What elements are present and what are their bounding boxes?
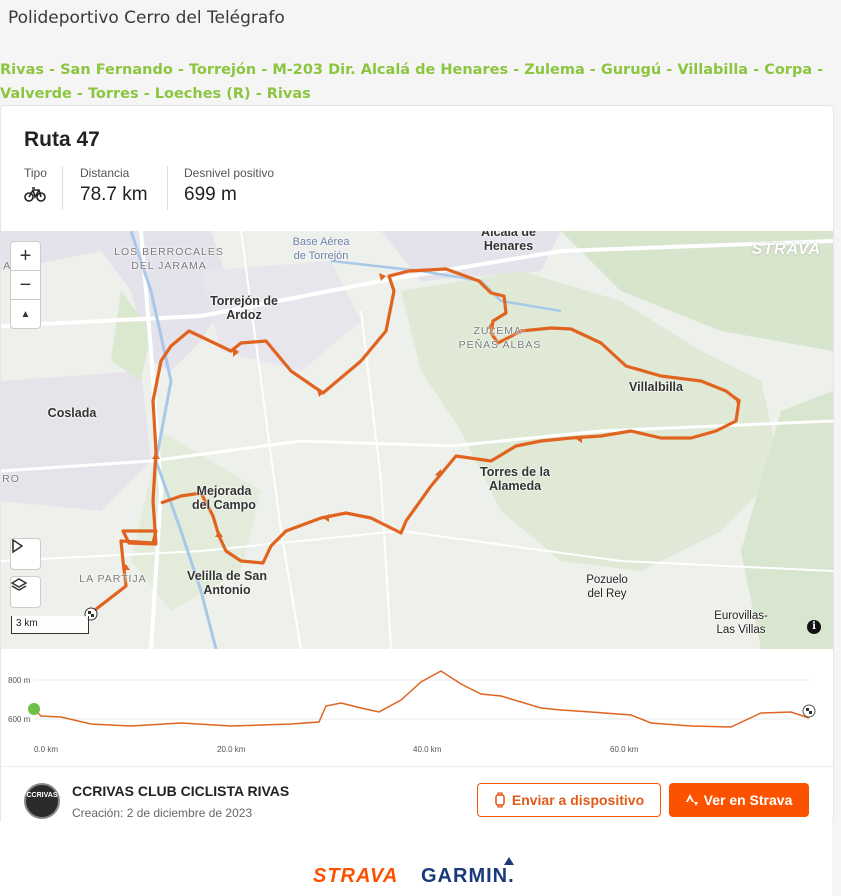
place-velilla: Velilla de San Antonio [187, 569, 267, 597]
stat-divider [62, 166, 63, 210]
stat-distance: Distancia 78.7 km [80, 166, 148, 206]
elev-x-label: 40.0 km [413, 745, 442, 754]
stat-distance-value: 78.7 km [80, 184, 148, 205]
elev-x-label: 60.0 km [610, 745, 639, 754]
club-name[interactable]: CCRIVAS CLUB CICLISTA RIVAS [72, 783, 289, 799]
place-pozuelo: Pozuelo del Rey [586, 574, 628, 600]
send-to-device-button[interactable]: Enviar a dispositivo [477, 783, 661, 817]
route-name: Ruta 47 [24, 128, 100, 151]
place-base-aerea: Base Aérea de Torrejón [292, 236, 350, 262]
watch-icon [495, 792, 505, 808]
play-icon [12, 539, 23, 553]
garmin-logo: GARMIN. [421, 865, 515, 887]
zoom-out-button[interactable]: − [10, 270, 41, 299]
place-eurovillas: Eurovillas- Las Villas [714, 610, 768, 636]
place-mejorada: Mejorada del Campo [192, 484, 256, 512]
place-torrejon: Torrejón de Ardoz [210, 294, 278, 322]
route-card: Ruta 47 Tipo Distancia 78.7 km Desnivel … [0, 105, 834, 823]
stat-elevation-value: 699 m [184, 184, 237, 205]
view-on-strava-button[interactable]: Ver en Strava [669, 783, 809, 817]
elev-x-label: 0.0 km [34, 745, 59, 754]
map-layers-button[interactable] [10, 576, 41, 608]
stat-distance-label: Distancia [80, 166, 130, 180]
garmin-triangle-icon [504, 857, 514, 865]
map-canvas [1, 231, 833, 649]
strava-logo: STRAVA [313, 865, 399, 887]
info-icon[interactable]: i [807, 620, 821, 634]
stat-type: Tipo [24, 166, 47, 207]
club-logo: CCRIVAS [24, 783, 60, 819]
route-description: Rivas - San Fernando - Torrejón - M-203 … [0, 62, 824, 102]
stat-elevation: Desnivel positivo 699 m [184, 166, 274, 206]
layers-icon [11, 578, 27, 591]
stat-type-label: Tipo [24, 166, 47, 180]
place-zulema: ZULEMA- PEÑAS ALBAS [458, 325, 542, 351]
place-coslada: Coslada [47, 406, 97, 420]
place-villalbilla: Villalbilla [629, 380, 683, 394]
elevation-profile[interactable]: 800 m 600 m 0.0 km 20.0 km 40.0 km 60.0 … [1, 656, 833, 766]
strava-icon [685, 794, 698, 806]
bike-icon [24, 186, 47, 207]
page-title: Polideportivo Cerro del Telégrafo [8, 8, 285, 28]
compass-button[interactable]: ▲ [10, 299, 41, 329]
place-alcala: Alcalá de Henares [481, 231, 536, 253]
place-la-partija: LA PARTIJA [79, 573, 147, 585]
route-footer: CCRIVAS CCRIVAS CLUB CICLISTA RIVAS Crea… [1, 766, 833, 822]
elev-x-label: 20.0 km [217, 745, 246, 754]
view-on-strava-label: Ver en Strava [703, 792, 793, 808]
send-to-device-label: Enviar a dispositivo [511, 792, 645, 808]
club-logo-text: CCRIVAS [26, 792, 58, 799]
play-flyover-button[interactable] [10, 538, 41, 570]
zoom-in-button[interactable]: + [10, 241, 41, 270]
partner-logos: STRAVA GARMIN. [0, 821, 832, 896]
place-edge-ro: RO [2, 473, 20, 485]
stat-elevation-label: Desnivel positivo [184, 166, 275, 180]
elev-y-label: 600 m [8, 715, 31, 724]
place-berrocales: LOS BERROCALES DEL JARAMA [114, 246, 224, 272]
elev-y-label: 800 m [8, 676, 31, 685]
place-torres: Torres de la Alameda [480, 465, 550, 493]
strava-watermark: STRAVA [751, 241, 821, 258]
stat-divider [167, 166, 168, 210]
map-scale: 3 km [11, 616, 89, 634]
compass-icon: ▲ [20, 308, 31, 320]
creation-date: Creación: 2 de diciembre de 2023 [72, 806, 253, 820]
route-map[interactable]: STRAVA LOS BERROCALES DEL JARAMA Base Aé… [1, 231, 833, 649]
